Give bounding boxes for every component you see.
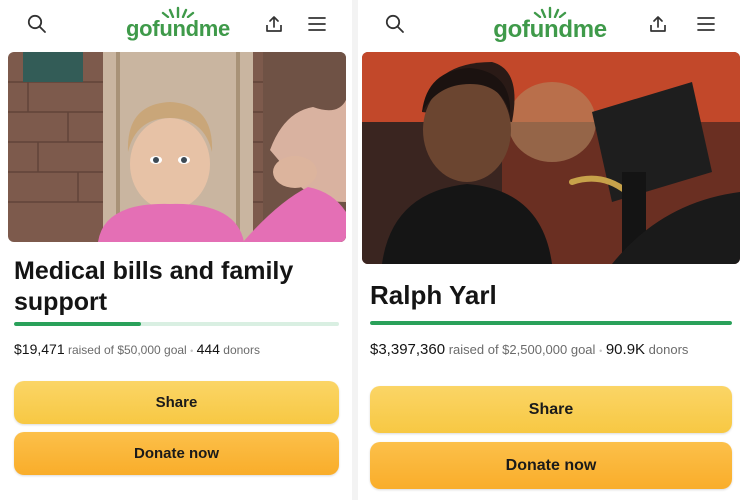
progress-fill bbox=[370, 321, 732, 325]
donate-button-label: Donate now bbox=[134, 445, 219, 462]
logo-text: gofundme bbox=[126, 16, 230, 41]
donation-stats: $19,471 raised of $50,000 goal • 444 don… bbox=[14, 341, 260, 357]
raised-amount: $19,471 bbox=[14, 341, 65, 357]
goal-text: raised of $50,000 goal bbox=[67, 343, 187, 357]
campaign-title[interactable]: Medical bills and family support bbox=[14, 256, 334, 317]
donate-button[interactable]: Donate now bbox=[370, 442, 732, 489]
stats-separator: • bbox=[190, 346, 194, 356]
progress-bar bbox=[370, 321, 732, 325]
raised-amount: $3,397,360 bbox=[370, 341, 446, 358]
progress-fill bbox=[14, 322, 141, 326]
top-bar: gofundme bbox=[358, 0, 747, 48]
goal-text: raised of $2,500,000 goal bbox=[448, 342, 596, 357]
menu-icon[interactable] bbox=[304, 11, 330, 37]
share-button-label: Share bbox=[155, 394, 198, 411]
stats-separator: • bbox=[599, 346, 603, 356]
share-button[interactable]: Share bbox=[14, 381, 339, 424]
campaign-title[interactable]: Ralph Yarl bbox=[370, 280, 730, 312]
donors-label: donors bbox=[223, 343, 260, 357]
search-icon[interactable] bbox=[24, 11, 50, 37]
progress-bar bbox=[14, 322, 339, 326]
gofundme-logo[interactable]: gofundme bbox=[493, 6, 607, 43]
campaign-photo-musician[interactable] bbox=[362, 52, 740, 264]
donation-stats: $3,397,360 raised of $2,500,000 goal • 9… bbox=[370, 341, 688, 358]
donate-button[interactable]: Donate now bbox=[14, 432, 339, 475]
share-button-label: Share bbox=[528, 400, 574, 418]
search-icon[interactable] bbox=[382, 11, 408, 37]
gofundme-logo[interactable]: gofundme bbox=[126, 6, 230, 40]
campaign-panel-left: gofundme Medical bills and family suppor… bbox=[0, 0, 352, 500]
screenshot-collage: gofundme Medical bills and family suppor… bbox=[0, 0, 747, 500]
share-upload-icon[interactable] bbox=[261, 11, 287, 37]
share-upload-icon[interactable] bbox=[645, 11, 671, 37]
top-bar: gofundme bbox=[0, 0, 352, 48]
donate-button-label: Donate now bbox=[505, 456, 597, 474]
donor-count: 90.9K bbox=[605, 341, 646, 358]
menu-icon[interactable] bbox=[693, 11, 719, 37]
campaign-photo-child[interactable] bbox=[8, 52, 346, 242]
campaign-panel-right: gofundme Ralph Yarl $3,397,360 raised of… bbox=[358, 0, 747, 500]
donor-count: 444 bbox=[196, 341, 220, 357]
logo-text: gofundme bbox=[493, 16, 607, 43]
share-button[interactable]: Share bbox=[370, 386, 732, 433]
donors-label: donors bbox=[648, 342, 689, 357]
